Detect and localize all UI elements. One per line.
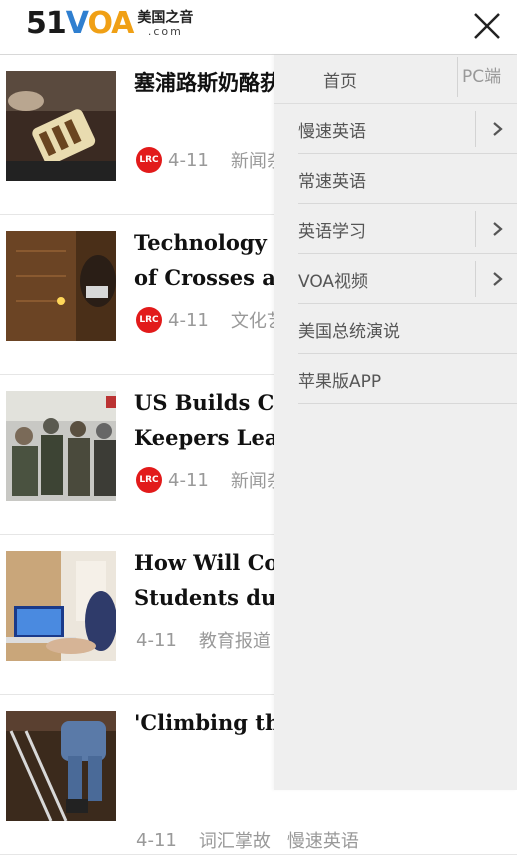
article-thumbnail[interactable] <box>6 711 116 821</box>
logo-wordmark: 51VOA <box>26 6 134 41</box>
article-date: 4-11 <box>168 309 209 331</box>
article-meta: 4-11 教育报道 <box>136 627 271 653</box>
pc-version-link[interactable]: PC端 <box>457 57 501 97</box>
site-logo[interactable]: 51VOA 美国之音 .com <box>26 6 193 42</box>
article-category[interactable]: 教育报道 <box>199 627 271 653</box>
lrc-badge: LRC <box>136 307 162 333</box>
article-thumbnail[interactable] <box>6 391 116 501</box>
article-date: 4-11 <box>136 629 177 651</box>
drawer-header: 首页 PC端 <box>274 55 517 104</box>
top-header: 51VOA 美国之音 .com <box>0 0 517 55</box>
article-date: 4-11 <box>168 149 209 171</box>
chevron-right-icon[interactable] <box>491 120 505 138</box>
lrc-badge: LRC <box>136 467 162 493</box>
logo-subtitle: 美国之音 .com <box>137 10 194 38</box>
article-thumbnail[interactable] <box>6 551 116 661</box>
article-meta: LRC 4-11 新闻杂 <box>136 147 285 173</box>
drawer-item-voa-video[interactable]: VOA视频 <box>298 254 517 304</box>
home-link[interactable]: 首页 <box>323 67 357 92</box>
drawer-item-ios-app[interactable]: 苹果版APP <box>298 354 517 404</box>
article-category[interactable]: 词汇掌故 <box>199 827 271 853</box>
drawer-item-slow-english[interactable]: 慢速英语 <box>298 104 517 154</box>
nav-drawer: 首页 PC端 慢速英语 常速英语 英语学习 VOA视频 美国总统演说 苹果版AP… <box>274 55 517 790</box>
article-date: 4-11 <box>136 829 177 851</box>
drawer-item-standard-english[interactable]: 常速英语 <box>298 154 517 204</box>
article-thumbnail[interactable] <box>6 71 116 181</box>
drawer-item-president-speeches[interactable]: 美国总统演说 <box>298 304 517 354</box>
article-category-secondary[interactable]: 慢速英语 <box>287 827 359 853</box>
chevron-right-icon[interactable] <box>491 220 505 238</box>
article-meta: 4-11 词汇掌故 慢速英语 <box>136 827 359 853</box>
article-meta: LRC 4-11 文化艺 <box>136 307 285 333</box>
close-menu-button[interactable] <box>467 6 507 46</box>
drawer-item-english-learning[interactable]: 英语学习 <box>298 204 517 254</box>
article-date: 4-11 <box>168 469 209 491</box>
chevron-right-icon[interactable] <box>491 270 505 288</box>
article-thumbnail[interactable] <box>6 231 116 341</box>
lrc-badge: LRC <box>136 147 162 173</box>
article-meta: LRC 4-11 新闻杂 <box>136 467 285 493</box>
close-icon <box>474 13 500 39</box>
